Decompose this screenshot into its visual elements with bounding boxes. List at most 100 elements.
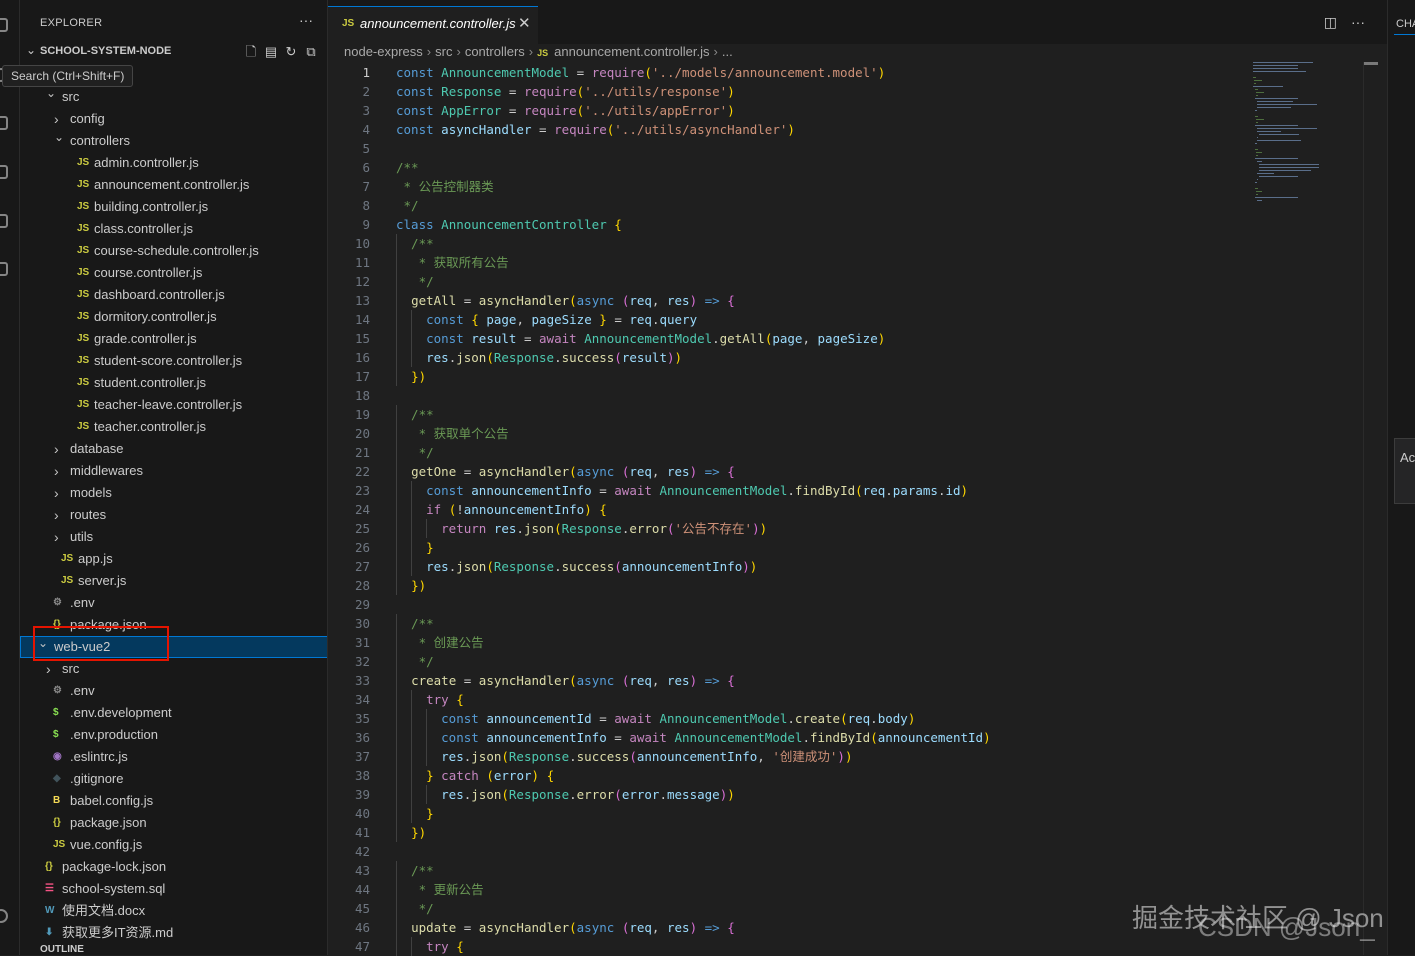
code-line[interactable]: 10 /** — [328, 234, 1253, 253]
tree-item[interactable]: › utils — [20, 526, 327, 548]
account-icon[interactable] — [0, 909, 8, 923]
extensions-icon[interactable] — [0, 214, 8, 228]
code-line[interactable]: 14 const { page, pageSize } = req.query — [328, 310, 1253, 329]
code-line[interactable]: 16 res.json(Response.success(result)) — [328, 348, 1253, 367]
tree-item[interactable]: › middlewares — [20, 460, 327, 482]
tab-announcement-controller[interactable]: JS announcement.controller.js ✕ — [328, 6, 538, 44]
remote-explorer-icon[interactable] — [0, 262, 8, 276]
tree-item[interactable]: ⚙ .env — [20, 592, 327, 614]
code-line[interactable]: 12 */ — [328, 272, 1253, 291]
chat-tab[interactable]: CHA — [1396, 18, 1415, 30]
tree-item[interactable]: ◆ .gitignore — [20, 768, 327, 790]
breadcrumb-item[interactable]: controllers — [465, 44, 525, 59]
breadcrumb-item[interactable]: announcement.controller.js — [554, 44, 709, 59]
code-line[interactable]: 43 /** — [328, 861, 1253, 880]
code-line[interactable]: 42 — [328, 842, 1253, 861]
code-line[interactable]: 22 getOne = asyncHandler(async (req, res… — [328, 462, 1253, 481]
code-line[interactable]: 26 } — [328, 538, 1253, 557]
tree-item[interactable]: W 使用文档.docx — [20, 900, 327, 922]
tree-item[interactable]: JS server.js — [20, 570, 327, 592]
workspace-header[interactable]: ⌄ SCHOOL-SYSTEM-NODE 🗋 ▤ ↻ ⧉ — [20, 42, 327, 62]
tree-item[interactable]: JS student.controller.js — [20, 372, 327, 394]
code-line[interactable]: 19 /** — [328, 405, 1253, 424]
code-line[interactable]: 1 const AnnouncementModel = require('../m… — [328, 63, 1253, 82]
code-line[interactable]: 35 const announcementId = await Announce… — [328, 709, 1253, 728]
code-line[interactable]: 36 const announcementInfo = await Announ… — [328, 728, 1253, 747]
tree-item[interactable]: › database — [20, 438, 327, 460]
code-line[interactable]: 29 — [328, 595, 1253, 614]
tree-item[interactable]: ☰ school-system.sql — [20, 878, 327, 900]
close-icon[interactable]: ✕ — [518, 14, 531, 32]
code-line[interactable]: 3 const AppError = require('../utils/appE… — [328, 101, 1253, 120]
tree-item[interactable]: JS class.controller.js — [20, 218, 327, 240]
tree-item[interactable]: ⚙ .env — [20, 680, 327, 702]
code-line[interactable]: 6 /** — [328, 158, 1253, 177]
code-line[interactable]: 28 }) — [328, 576, 1253, 595]
code-line[interactable]: 39 res.json(Response.error(error.message… — [328, 785, 1253, 804]
tree-item[interactable]: JS admin.controller.js — [20, 152, 327, 174]
code-line[interactable]: 9 class AnnouncementController { — [328, 215, 1253, 234]
code-line[interactable]: 18 — [328, 386, 1253, 405]
run-debug-icon[interactable] — [0, 165, 8, 179]
code-line[interactable]: 41 }) — [328, 823, 1253, 842]
code-line[interactable]: 17 }) — [328, 367, 1253, 386]
collapse-all-icon[interactable]: ⧉ — [304, 45, 318, 59]
code-line[interactable]: 47 try { — [328, 937, 1253, 956]
code-line[interactable]: 45 */ — [328, 899, 1253, 918]
tree-item[interactable]: JS app.js — [20, 548, 327, 570]
tree-item[interactable]: ⌄ src — [20, 86, 327, 108]
code-line[interactable]: 11 * 获取所有公告 — [328, 253, 1253, 272]
tree-item[interactable]: JS vue.config.js — [20, 834, 327, 856]
tree-item[interactable]: {} package.json — [20, 812, 327, 834]
breadcrumb-item[interactable]: src — [435, 44, 452, 59]
code-line[interactable]: 2 const Response = require('../utils/resp… — [328, 82, 1253, 101]
tree-item[interactable]: JS teacher-leave.controller.js — [20, 394, 327, 416]
code-line[interactable]: 34 try { — [328, 690, 1253, 709]
refresh-icon[interactable]: ↻ — [284, 45, 298, 59]
tree-item[interactable]: JS student-score.controller.js — [20, 350, 327, 372]
code-line[interactable]: 23 const announcementInfo = await Announ… — [328, 481, 1253, 500]
tree-item[interactable]: JS course-schedule.controller.js — [20, 240, 327, 262]
code-line[interactable]: 32 */ — [328, 652, 1253, 671]
explorer-more-actions-icon[interactable]: ··· — [299, 12, 313, 28]
code-line[interactable]: 8 */ — [328, 196, 1253, 215]
breadcrumb-item[interactable]: node-express — [344, 44, 423, 59]
minimap[interactable] — [1253, 62, 1363, 212]
tree-item[interactable]: ⌄ controllers — [20, 130, 327, 152]
code-line[interactable]: 13 getAll = asyncHandler(async (req, res… — [328, 291, 1253, 310]
code-editor[interactable]: 1 const AnnouncementModel = require('../m… — [328, 62, 1253, 956]
tree-item[interactable]: JS teacher.controller.js — [20, 416, 327, 438]
chat-widget[interactable] — [1394, 438, 1415, 504]
tree-item[interactable]: JS grade.controller.js — [20, 328, 327, 350]
tree-item[interactable]: › routes — [20, 504, 327, 526]
tree-item[interactable]: JS building.controller.js — [20, 196, 327, 218]
code-line[interactable]: 37 res.json(Response.success(announcemen… — [328, 747, 1253, 766]
outline-section[interactable]: OUTLINE — [20, 944, 327, 955]
breadcrumb-item[interactable]: ... — [722, 44, 733, 59]
tree-item[interactable]: JS announcement.controller.js — [20, 174, 327, 196]
tree-item[interactable]: › models — [20, 482, 327, 504]
code-line[interactable]: 24 if (!announcementInfo) { — [328, 500, 1253, 519]
code-line[interactable]: 7 * 公告控制器类 — [328, 177, 1253, 196]
tree-item[interactable]: › config — [20, 108, 327, 130]
code-line[interactable]: 20 * 获取单个公告 — [328, 424, 1253, 443]
tree-item[interactable]: JS course.controller.js — [20, 262, 327, 284]
code-line[interactable]: 46 update = asyncHandler(async (req, res… — [328, 918, 1253, 937]
tree-item[interactable]: › src — [20, 658, 327, 680]
tree-item[interactable]: ◉ .eslintrc.js — [20, 746, 327, 768]
tree-item[interactable]: ⬇ 获取更多IT资源.md — [20, 922, 327, 944]
vertical-scrollbar[interactable] — [1363, 62, 1378, 955]
code-line[interactable]: 15 const result = await AnnouncementMode… — [328, 329, 1253, 348]
tree-item[interactable]: Bbabel.config.js — [20, 790, 327, 812]
tree-item[interactable]: {} package-lock.json — [20, 856, 327, 878]
tree-item[interactable]: $ .env.development — [20, 702, 327, 724]
code-line[interactable]: 31 * 创建公告 — [328, 633, 1253, 652]
code-line[interactable]: 33 create = asyncHandler(async (req, res… — [328, 671, 1253, 690]
code-line[interactable]: 38 } catch (error) { — [328, 766, 1253, 785]
scrollbar-thumb[interactable] — [1364, 62, 1378, 65]
code-line[interactable]: 21 */ — [328, 443, 1253, 462]
new-folder-icon[interactable]: ▤ — [264, 45, 278, 59]
code-line[interactable]: 25 return res.json(Response.error('公告不存在… — [328, 519, 1253, 538]
tree-item[interactable]: JS dashboard.controller.js — [20, 284, 327, 306]
code-line[interactable]: 5 — [328, 139, 1253, 158]
